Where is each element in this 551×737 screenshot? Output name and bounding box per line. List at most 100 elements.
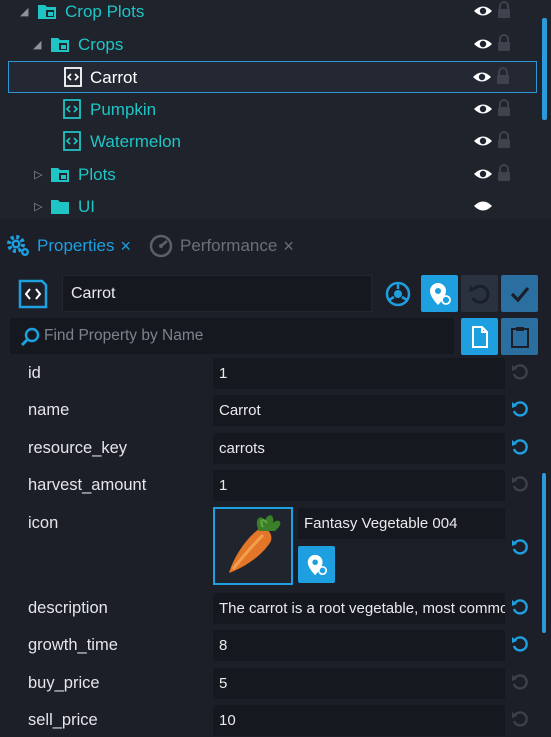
script-data-icon [63,131,81,151]
folder-icon [51,38,69,52]
network-context-button[interactable] [379,275,416,312]
tree-item-ui[interactable]: ▷ UI [0,191,537,219]
revert-button[interactable] [461,275,498,312]
revert-icon [468,284,490,304]
property-row-growth-time: growth_time 8 [0,628,551,665]
tree-item-crop-plots[interactable]: ◢ Crop Plots [0,0,537,28]
property-row-buy-price: buy_price 5 [0,666,551,703]
visibility-eye-icon[interactable] [473,35,493,53]
locate-object-button[interactable] [421,275,458,312]
gear-icon [7,235,29,256]
visibility-eye-icon[interactable] [473,100,493,118]
tree-item-label: Crops [78,35,124,54]
lock-icon[interactable] [497,34,511,52]
icon-asset-name[interactable]: Fantasy Vegetable 004 [298,508,505,539]
network-context-icon [385,281,410,306]
visibility-eye-icon[interactable] [473,165,493,183]
property-label: resource_key [28,439,128,457]
property-value-input[interactable]: 1 [213,470,505,501]
tab-performance[interactable]: Performance × [148,230,294,262]
search-icon [20,327,40,347]
paste-button[interactable] [501,318,538,355]
property-value-input[interactable]: The carrot is a root vegetable, most com… [213,593,505,624]
property-label: growth_time [28,636,118,654]
lock-icon[interactable] [496,67,510,85]
property-value-input[interactable]: 1 [213,358,505,389]
folder-icon [51,200,69,214]
property-value-input[interactable]: Carrot [213,395,505,426]
tree-item-carrot[interactable]: Carrot [8,61,537,93]
property-label: icon [28,514,59,532]
visibility-eye-icon[interactable] [473,132,493,150]
property-row-sell-price: sell_price 10 [0,703,551,737]
search-placeholder: Find Property by Name [44,327,204,344]
script-data-icon [64,67,82,87]
confirm-button[interactable] [501,275,538,312]
lock-icon[interactable] [497,131,511,149]
copy-document-icon [471,325,488,348]
collapse-triangle-icon[interactable]: ▷ [34,191,42,219]
close-icon[interactable]: × [120,236,131,257]
tree-item-crops[interactable]: ◢ Crops [0,29,537,61]
reset-icon[interactable] [511,710,529,728]
tree-item-watermelon[interactable]: Watermelon [0,126,537,158]
script-data-icon [18,279,47,308]
lock-icon[interactable] [497,1,511,19]
reset-icon[interactable] [511,475,529,493]
visibility-eye-icon[interactable] [472,68,492,86]
property-row-id: id 1 [0,356,551,393]
visibility-eye-icon[interactable] [473,2,493,20]
property-value-input[interactable]: 5 [213,668,505,699]
object-header: Carrot [0,268,551,318]
editor-window: ◢ Crop Plots ◢ Crops Carrot Pumpkin Wate… [0,0,551,737]
property-label: id [28,364,41,382]
locate-asset-button[interactable] [298,546,335,583]
tab-label: Properties [37,236,115,255]
collapse-triangle-icon[interactable]: ▷ [34,159,42,191]
property-value-input[interactable]: 8 [213,630,505,661]
tree-item-label: UI [78,197,95,216]
property-value-input[interactable]: 10 [213,705,505,736]
property-label: buy_price [28,674,100,692]
reset-icon[interactable] [511,635,529,653]
tree-item-label: Plots [78,165,116,184]
icon-asset-thumbnail[interactable] [213,507,293,585]
location-pin-icon [429,282,451,305]
lock-icon[interactable] [497,164,511,182]
lock-icon[interactable] [497,99,511,117]
property-label: sell_price [28,711,98,729]
reset-icon[interactable] [511,438,529,456]
reset-icon[interactable] [511,538,529,556]
property-row-harvest-amount: harvest_amount 1 [0,468,551,505]
copy-button[interactable] [461,318,498,355]
property-search-input[interactable]: Find Property by Name [10,318,454,354]
close-icon[interactable]: × [283,236,294,257]
expand-triangle-icon[interactable]: ◢ [33,29,41,61]
tab-properties[interactable]: Properties × [5,230,131,262]
hierarchy-scrollbar[interactable] [542,18,547,120]
tree-item-label: Pumpkin [90,100,157,119]
property-row-icon: icon Fantasy Vegetable 004 [0,506,551,590]
object-name-input[interactable]: Carrot [62,275,372,312]
tree-item-pumpkin[interactable]: Pumpkin [0,94,537,126]
expand-triangle-icon[interactable]: ◢ [20,0,28,28]
visibility-eye-icon[interactable] [473,197,493,215]
script-data-icon [63,99,81,119]
reset-icon[interactable] [511,598,529,616]
carrot-image [229,515,281,573]
clipboard-icon [510,326,529,348]
folder-icon [51,168,69,182]
properties-scrollbar[interactable] [542,473,546,633]
object-type-button[interactable] [14,275,51,312]
property-label: harvest_amount [28,476,147,494]
tree-item-plots[interactable]: ▷ Plots [0,159,537,191]
property-label: description [28,599,108,617]
location-pin-icon [307,554,327,575]
reset-icon[interactable] [511,400,529,418]
property-value-input[interactable]: carrots [213,433,505,464]
reset-icon[interactable] [511,673,529,691]
speedometer-icon [149,234,173,258]
tree-item-label: Watermelon [90,132,182,151]
reset-icon[interactable] [511,363,529,381]
property-label: name [28,401,70,419]
